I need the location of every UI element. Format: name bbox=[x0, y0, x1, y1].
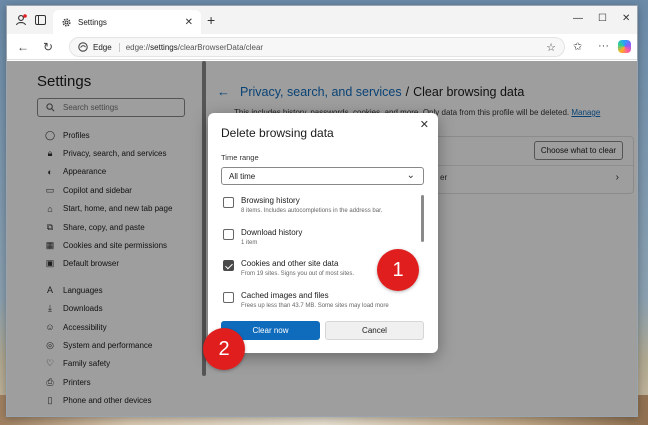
address-bar-label: Edge bbox=[93, 42, 120, 52]
option-subtitle: Frees up less than 43.7 MB. Some sites m… bbox=[241, 302, 389, 309]
browsing-history-checkbox[interactable] bbox=[223, 197, 234, 208]
window-close-icon[interactable]: ✕ bbox=[622, 13, 630, 24]
address-bar[interactable]: Edge edge://settings/clearBrowserData/cl… bbox=[69, 37, 565, 57]
option-subtitle: 8 items. Includes autocompletions in the… bbox=[241, 208, 383, 214]
option-cached-images[interactable]: Cached images and files Frees up less th… bbox=[223, 290, 423, 322]
more-options-icon[interactable]: ··· bbox=[598, 40, 609, 52]
tab-settings[interactable]: Settings ✕ bbox=[53, 10, 201, 34]
favorites-icon[interactable]: ✩ bbox=[573, 40, 582, 53]
toolbar: ← ↻ Edge edge://settings/clearBrowserDat… bbox=[7, 34, 637, 60]
close-icon[interactable]: ✕ bbox=[185, 17, 193, 28]
tab-title: Settings bbox=[78, 17, 107, 27]
step-marker-1: 1 bbox=[377, 249, 419, 291]
option-title: Download history bbox=[241, 227, 303, 237]
favorite-star-icon[interactable]: ☆ bbox=[546, 41, 556, 54]
option-browsing-history[interactable]: Browsing history 8 items. Includes autoc… bbox=[223, 195, 423, 227]
profile-icon[interactable] bbox=[15, 14, 27, 26]
edge-logo-icon bbox=[78, 42, 88, 52]
maximize-icon[interactable]: ☐ bbox=[598, 13, 607, 24]
back-arrow-icon[interactable]: ← bbox=[17, 40, 29, 54]
copilot-icon[interactable] bbox=[618, 40, 631, 53]
delete-browsing-data-dialog: Delete browsing data ✕ Time range All ti… bbox=[208, 113, 438, 353]
dialog-scrollbar[interactable] bbox=[421, 195, 424, 242]
gear-icon bbox=[62, 17, 71, 27]
option-title: Browsing history bbox=[241, 196, 300, 205]
option-subtitle: 1 item bbox=[241, 239, 258, 246]
chevron-down-icon: ⌄ bbox=[406, 170, 415, 181]
dialog-title: Delete browsing data bbox=[221, 126, 334, 140]
cookies-checkbox[interactable] bbox=[223, 260, 234, 271]
refresh-icon[interactable]: ↻ bbox=[43, 40, 53, 54]
time-range-value: All time bbox=[229, 171, 256, 181]
new-tab-icon[interactable]: + bbox=[207, 12, 215, 28]
address-url: edge://settings/clearBrowserData/clear bbox=[125, 42, 264, 52]
tab-strip: Settings ✕ + — ☐ ✕ bbox=[7, 6, 637, 34]
close-icon[interactable]: ✕ bbox=[420, 118, 429, 131]
download-history-checkbox[interactable] bbox=[223, 228, 234, 240]
step-marker-2: 2 bbox=[203, 328, 245, 370]
cached-images-checkbox[interactable] bbox=[223, 291, 234, 303]
cancel-button[interactable]: Cancel bbox=[325, 321, 424, 340]
time-range-label: Time range bbox=[221, 153, 259, 162]
vertical-tabs-icon[interactable] bbox=[35, 15, 46, 25]
option-subtitle: From 19 sites. Signs you out of most sit… bbox=[241, 271, 355, 277]
option-title: Cookies and other site data bbox=[241, 259, 339, 268]
time-range-select[interactable]: All time ⌄ bbox=[221, 167, 424, 185]
option-title: Cached images and files bbox=[241, 290, 329, 300]
minimize-icon[interactable]: — bbox=[573, 13, 583, 24]
